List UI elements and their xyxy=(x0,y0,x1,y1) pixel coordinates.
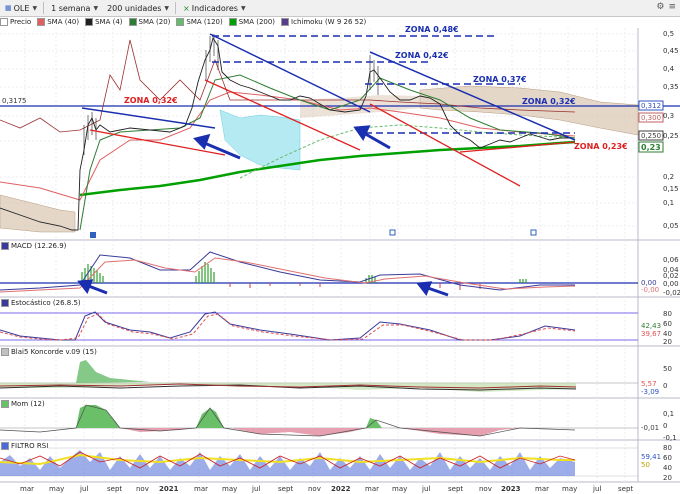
chart-canvas[interactable]: 0,3175 ZONA 0,48€ ZONA 0,42€ ZONA 0,37€ xyxy=(0,0,680,494)
svg-text:5,57: 5,57 xyxy=(641,380,657,388)
svg-text:0,1: 0,1 xyxy=(663,199,674,207)
svg-text:may: may xyxy=(49,485,64,493)
svg-text:40: 40 xyxy=(663,330,672,338)
svg-text:40: 40 xyxy=(663,464,672,472)
svg-text:2023: 2023 xyxy=(501,485,521,493)
level-line-label: 0,3175 xyxy=(2,97,27,105)
rsi-title[interactable]: FILTRO RSI xyxy=(1,442,49,450)
svg-text:2021: 2021 xyxy=(159,485,179,493)
sma-200-line xyxy=(79,140,576,197)
svg-text:-0,01: -0,01 xyxy=(641,424,659,432)
svg-text:may: may xyxy=(222,485,237,493)
svg-text:0,1: 0,1 xyxy=(663,410,674,418)
momentum-title[interactable]: Mom (12) xyxy=(1,400,45,408)
ichimoku-cloud-bull xyxy=(219,109,301,171)
svg-text:0,23: 0,23 xyxy=(641,143,661,152)
svg-text:0,2: 0,2 xyxy=(663,173,674,181)
pane-title-label: Estocástico (26.8.5) xyxy=(11,299,81,307)
svg-text:0: 0 xyxy=(663,382,667,390)
svg-text:0,250: 0,250 xyxy=(641,132,661,140)
stochastic-title[interactable]: Estocástico (26.8.5) xyxy=(1,299,81,307)
svg-text:nov: nov xyxy=(136,485,149,493)
svg-text:20: 20 xyxy=(663,474,672,482)
svg-text:0,06: 0,06 xyxy=(663,256,679,264)
svg-text:mar: mar xyxy=(535,485,549,493)
svg-text:2022: 2022 xyxy=(331,485,351,493)
pane-title-label: MACD (12.26.9) xyxy=(11,242,67,250)
pane-title-label: Blai5 Koncorde v.09 (15) xyxy=(11,348,97,356)
ichimoku-cloud xyxy=(0,194,76,233)
svg-text:50: 50 xyxy=(641,461,650,469)
svg-text:0,02: 0,02 xyxy=(663,272,679,280)
momentum-pane[interactable]: 0,1 0 -0,1 -0,01 xyxy=(0,404,677,442)
svg-text:sept: sept xyxy=(618,485,633,493)
macd-pane[interactable]: 0,06 0,04 0,02 0,00 -0,02 0,00 -0,00 xyxy=(0,251,680,297)
pane-title-label: FILTRO RSI xyxy=(11,442,49,450)
svg-text:0,35: 0,35 xyxy=(663,83,679,91)
svg-text:-0,00: -0,00 xyxy=(641,286,659,294)
koncorde-title[interactable]: Blai5 Koncorde v.09 (15) xyxy=(1,348,97,356)
zone-label: ZONA 0,48€ xyxy=(405,25,459,34)
price-axis: 0,5 0,45 0,4 0,35 0,3 0,25 0,2 0,15 0,1 … xyxy=(663,30,679,230)
svg-text:0,300: 0,300 xyxy=(641,114,661,122)
svg-text:-0,1: -0,1 xyxy=(663,434,677,442)
svg-text:0,15: 0,15 xyxy=(663,185,679,193)
svg-text:may: may xyxy=(562,485,577,493)
svg-text:0,4: 0,4 xyxy=(663,65,675,73)
svg-text:0: 0 xyxy=(663,422,667,430)
svg-text:nov: nov xyxy=(479,485,492,493)
svg-text:0,3: 0,3 xyxy=(663,112,674,120)
color-swatch xyxy=(1,242,9,250)
svg-text:-0,02: -0,02 xyxy=(663,289,680,297)
svg-text:jul: jul xyxy=(421,485,430,493)
svg-text:0,5: 0,5 xyxy=(663,30,674,38)
svg-text:sept: sept xyxy=(278,485,293,493)
zone-label: ZONA 0,32€ xyxy=(522,97,576,106)
svg-text:80: 80 xyxy=(663,310,672,318)
svg-text:60: 60 xyxy=(663,454,672,462)
zone-label: ZONA 0,23€ xyxy=(574,142,628,151)
svg-text:50: 50 xyxy=(663,365,672,373)
svg-text:39,67: 39,67 xyxy=(641,330,661,338)
color-swatch xyxy=(1,299,9,307)
svg-text:20: 20 xyxy=(663,338,672,346)
svg-text:60: 60 xyxy=(663,320,672,328)
stochastic-pane[interactable]: 80 60 40 20 42,43 39,67 xyxy=(0,310,672,346)
svg-text:jul: jul xyxy=(251,485,260,493)
svg-text:42,43: 42,43 xyxy=(641,322,661,330)
zone-label: ZONA 0,32€ xyxy=(124,96,178,105)
svg-text:mar: mar xyxy=(365,485,379,493)
price-badges: 0,312 0,300 0,250 0,23 xyxy=(638,100,664,153)
color-swatch xyxy=(1,400,9,408)
time-axis: mar may jul sept nov 2021 mar may jul se… xyxy=(20,485,633,493)
svg-text:59,41: 59,41 xyxy=(641,453,661,461)
color-swatch xyxy=(1,442,9,450)
svg-text:0,25: 0,25 xyxy=(663,132,679,140)
svg-text:mar: mar xyxy=(194,485,208,493)
rsi-pane[interactable]: 80 60 40 20 59,41 50 xyxy=(0,444,672,482)
svg-text:sept: sept xyxy=(107,485,122,493)
pane-title-label: Mom (12) xyxy=(11,400,45,408)
svg-text:0,05: 0,05 xyxy=(663,222,679,230)
svg-text:0,45: 0,45 xyxy=(663,47,679,55)
koncorde-pane[interactable]: 50 0 5,57 -3,09 xyxy=(0,360,672,396)
svg-text:sept: sept xyxy=(448,485,463,493)
svg-text:jul: jul xyxy=(79,485,88,493)
svg-text:0,312: 0,312 xyxy=(641,102,661,110)
zone-label: ZONA 0,42€ xyxy=(395,51,449,60)
svg-text:mar: mar xyxy=(20,485,34,493)
color-swatch xyxy=(1,348,9,356)
svg-text:jul: jul xyxy=(592,485,601,493)
macd-title[interactable]: MACD (12.26.9) xyxy=(1,242,67,250)
zone-label: ZONA 0,37€ xyxy=(473,75,527,84)
svg-text:nov: nov xyxy=(308,485,321,493)
svg-text:80: 80 xyxy=(663,444,672,452)
macd-neg-histogram xyxy=(229,283,481,290)
svg-text:-3,09: -3,09 xyxy=(641,388,659,396)
svg-text:may: may xyxy=(392,485,407,493)
svg-text:0,00: 0,00 xyxy=(663,280,679,288)
